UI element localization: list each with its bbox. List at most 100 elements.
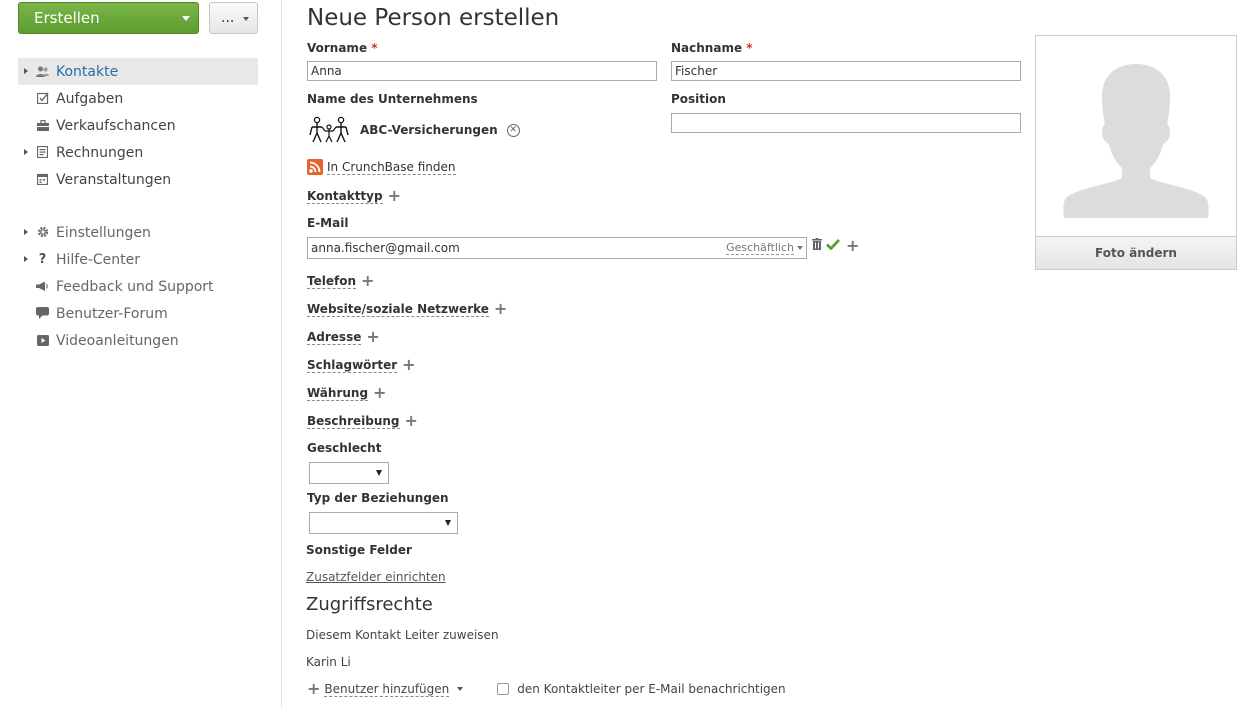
sidebar: Erstellen ... Kontakte Aufgaben Verkaufs… — [0, 0, 282, 708]
expand-arrow-icon[interactable] — [24, 149, 28, 155]
email-value: anna.fischer@gmail.com — [311, 241, 460, 255]
more-button[interactable]: ... — [209, 2, 258, 34]
nav-label: Kontakte — [56, 63, 119, 80]
plus-icon[interactable]: + — [494, 301, 507, 317]
nav-label: Hilfe-Center — [56, 251, 141, 268]
checkmark-icon[interactable] — [826, 238, 841, 254]
nav-item-feedback[interactable]: Feedback und Support — [18, 273, 258, 300]
access-rights-heading: Zugriffsrechte — [306, 594, 433, 615]
add-tags[interactable]: Schlagwörter + — [307, 357, 416, 373]
opportunities-icon — [36, 119, 49, 131]
chevron-down-icon — [182, 16, 190, 21]
plus-icon[interactable]: + — [402, 357, 415, 373]
contacts-icon — [36, 65, 49, 77]
company-field: ABC-Versicherungen ✕ — [307, 116, 520, 144]
address-label: Adresse — [307, 329, 362, 345]
plus-icon[interactable]: + — [366, 329, 379, 345]
nav-item-verkaufschancen[interactable]: Verkaufschancen — [18, 112, 258, 139]
nav-item-einstellungen[interactable]: Einstellungen — [18, 219, 258, 246]
website-label: Website/soziale Netzwerke — [307, 301, 489, 317]
setup-fields-link[interactable]: Zusatzfelder einrichten — [306, 570, 446, 584]
lastname-label-text: Nachname — [671, 41, 743, 55]
email-field[interactable]: anna.fischer@gmail.com Geschäftlich — [307, 237, 807, 259]
email-label: E-Mail — [307, 216, 349, 230]
change-photo-button[interactable]: Foto ändern — [1036, 236, 1236, 269]
add-currency[interactable]: Währung + — [307, 385, 386, 401]
tasks-icon — [36, 92, 49, 104]
nav-item-aufgaben[interactable]: Aufgaben — [18, 85, 258, 112]
plus-icon[interactable]: + — [405, 413, 418, 429]
chevron-down-icon — [797, 246, 803, 250]
contact-type-label: Kontakttyp — [307, 188, 383, 204]
nav-label: Einstellungen — [56, 224, 151, 241]
plus-icon[interactable]: + — [361, 273, 374, 289]
nav-label: Videoanleitungen — [56, 332, 179, 349]
lastname-label: Nachname * — [671, 41, 753, 55]
new-person-form: Neue Person erstellen Vorname * Nachname… — [306, 0, 1027, 708]
nav-item-hilfe-center[interactable]: ? Hilfe-Center — [18, 246, 258, 273]
nav-item-veranstaltungen[interactable]: Veranstaltungen — [18, 166, 258, 193]
assign-leader-text: Diesem Kontakt Leiter zuweisen — [306, 628, 499, 642]
nav-item-videoanleitungen[interactable]: Videoanleitungen — [18, 327, 258, 354]
add-contact-type[interactable]: Kontakttyp + — [307, 188, 401, 204]
trash-icon[interactable] — [812, 238, 822, 254]
tags-label: Schlagwörter — [307, 357, 398, 373]
expand-arrow-icon[interactable] — [24, 256, 28, 262]
avatar-placeholder — [1036, 36, 1236, 236]
gender-select[interactable] — [309, 462, 389, 484]
megaphone-icon — [36, 280, 49, 292]
add-description[interactable]: Beschreibung + — [307, 413, 418, 429]
required-mark: * — [746, 41, 753, 55]
nav-item-kontakte[interactable]: Kontakte — [18, 58, 258, 85]
leader-name: Karin Li — [306, 655, 351, 669]
company-label: Name des Unternehmens — [307, 92, 478, 106]
speech-bubble-icon — [36, 307, 49, 319]
create-button[interactable]: Erstellen — [18, 2, 199, 34]
events-icon — [36, 173, 49, 185]
chevron-down-icon — [376, 470, 382, 476]
company-name: ABC-Versicherungen — [360, 123, 498, 137]
add-address[interactable]: Adresse + — [307, 329, 380, 345]
other-fields-label: Sonstige Felder — [306, 543, 412, 557]
notify-label: den Kontaktleiter per E-Mail benachricht… — [517, 682, 786, 696]
expand-arrow-icon[interactable] — [24, 68, 28, 74]
relation-select[interactable] — [309, 512, 458, 534]
email-type-dropdown[interactable]: Geschäftlich — [726, 241, 803, 255]
phone-label: Telefon — [307, 273, 356, 289]
nav-item-benutzer-forum[interactable]: Benutzer-Forum — [18, 300, 258, 327]
email-type-label: Geschäftlich — [726, 241, 794, 255]
add-website[interactable]: Website/soziale Netzwerke + — [307, 301, 507, 317]
lastname-input[interactable] — [671, 61, 1021, 81]
gear-icon — [36, 226, 49, 238]
create-button-label: Erstellen — [34, 9, 100, 27]
crunchbase-label: In CrunchBase finden — [327, 159, 456, 175]
notify-checkbox[interactable] — [497, 683, 510, 695]
expand-arrow-icon[interactable] — [24, 229, 28, 235]
nav-item-rechnungen[interactable]: Rechnungen — [18, 139, 258, 166]
plus-icon[interactable]: + — [307, 681, 320, 697]
question-icon: ? — [38, 251, 47, 267]
crunchbase-link[interactable]: In CrunchBase finden — [307, 159, 456, 175]
secondary-nav: Einstellungen ? Hilfe-Center Feedback un… — [18, 219, 258, 354]
chevron-down-icon — [243, 17, 249, 21]
firstname-input[interactable] — [307, 61, 657, 81]
chevron-down-icon — [445, 520, 451, 526]
email-actions: + — [812, 238, 859, 254]
plus-icon[interactable]: + — [846, 238, 859, 254]
plus-icon[interactable]: + — [388, 188, 401, 204]
access-actions: + Benutzer hinzufügen den Kontaktleiter … — [307, 681, 786, 697]
company-logo — [309, 116, 349, 143]
main-nav: Kontakte Aufgaben Verkaufschancen Rechnu… — [18, 58, 258, 193]
remove-company-icon[interactable]: ✕ — [506, 123, 520, 137]
chevron-down-icon[interactable] — [457, 687, 464, 691]
nav-label: Veranstaltungen — [56, 171, 172, 188]
firstname-label-text: Vorname — [307, 41, 368, 55]
relation-label: Typ der Beziehungen — [307, 491, 449, 505]
position-input[interactable] — [671, 113, 1021, 133]
nav-label: Benutzer-Forum — [56, 305, 168, 322]
add-user-button[interactable]: Benutzer hinzufügen — [324, 682, 450, 697]
required-mark: * — [371, 41, 378, 55]
plus-icon[interactable]: + — [373, 385, 386, 401]
add-phone[interactable]: Telefon + — [307, 273, 374, 289]
nav-label: Rechnungen — [56, 144, 144, 161]
